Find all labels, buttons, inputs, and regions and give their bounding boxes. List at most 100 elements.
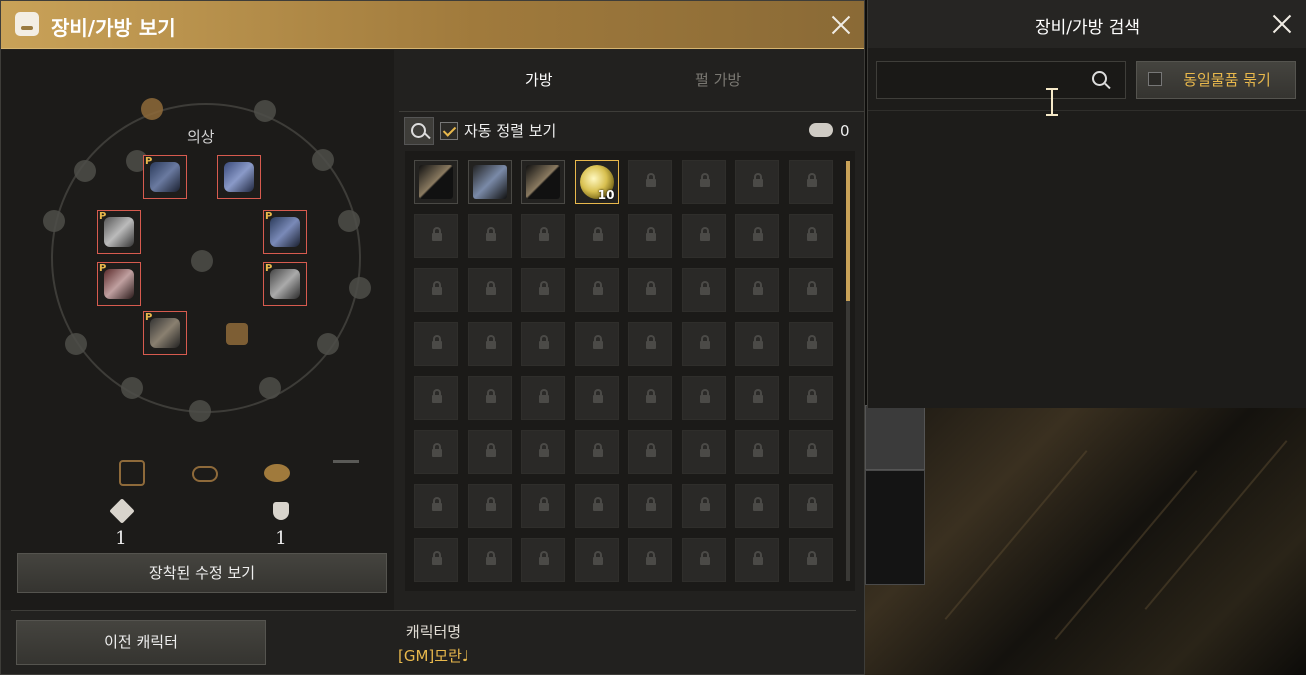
locked-inventory-slot[interactable] bbox=[628, 484, 672, 528]
bag-search-button[interactable] bbox=[404, 117, 434, 145]
locked-inventory-slot[interactable] bbox=[788, 214, 833, 258]
locked-inventory-slot[interactable] bbox=[414, 376, 458, 420]
lock-icon bbox=[699, 227, 710, 241]
locked-inventory-slot[interactable] bbox=[788, 160, 833, 204]
locked-inventory-slot[interactable] bbox=[414, 430, 458, 474]
inventory-slot[interactable] bbox=[521, 160, 565, 204]
locked-inventory-slot[interactable] bbox=[628, 214, 672, 258]
locked-inventory-slot[interactable] bbox=[574, 376, 619, 420]
locked-inventory-slot[interactable] bbox=[735, 430, 779, 474]
search-window-header[interactable]: 장비/가방 검색 bbox=[868, 0, 1306, 48]
equip-slot-armor[interactable] bbox=[217, 155, 261, 199]
character-equipment-panel: 의상 P P P P P P 1 1 장착된 수정 보기 bbox=[1, 50, 394, 610]
locked-inventory-slot[interactable] bbox=[467, 430, 512, 474]
locked-inventory-slot[interactable] bbox=[681, 538, 726, 582]
locked-inventory-slot[interactable] bbox=[681, 160, 726, 204]
earring-icon bbox=[141, 98, 163, 120]
locked-inventory-slot[interactable] bbox=[788, 322, 833, 366]
locked-inventory-slot[interactable] bbox=[788, 484, 833, 528]
locked-inventory-slot[interactable] bbox=[467, 376, 512, 420]
lock-icon bbox=[646, 335, 656, 349]
locked-inventory-slot[interactable] bbox=[414, 538, 458, 582]
locked-inventory-slot[interactable] bbox=[735, 484, 779, 528]
locked-inventory-slot[interactable] bbox=[628, 160, 672, 204]
locked-inventory-slot[interactable] bbox=[788, 430, 833, 474]
lock-icon bbox=[806, 443, 817, 457]
locked-inventory-slot[interactable] bbox=[788, 268, 833, 312]
locked-inventory-slot[interactable] bbox=[735, 268, 779, 312]
locked-inventory-slot[interactable] bbox=[414, 322, 458, 366]
locked-inventory-slot[interactable] bbox=[414, 484, 458, 528]
lock-icon bbox=[699, 335, 710, 349]
lock-icon bbox=[646, 281, 656, 295]
locked-inventory-slot[interactable] bbox=[681, 322, 726, 366]
tab-bag[interactable]: 가방 bbox=[525, 69, 553, 90]
locked-inventory-slot[interactable] bbox=[467, 538, 512, 582]
locked-inventory-slot[interactable] bbox=[521, 214, 565, 258]
locked-inventory-slot[interactable] bbox=[735, 160, 779, 204]
locked-inventory-slot[interactable] bbox=[574, 322, 619, 366]
search-icon[interactable] bbox=[1092, 71, 1112, 91]
locked-inventory-slot[interactable] bbox=[574, 538, 619, 582]
lock-icon bbox=[699, 173, 710, 187]
locked-inventory-slot[interactable] bbox=[521, 268, 565, 312]
lock-icon bbox=[432, 335, 442, 349]
character-name-value: [GM]모란♩ bbox=[398, 647, 469, 665]
locked-inventory-slot[interactable] bbox=[414, 214, 458, 258]
locked-inventory-slot[interactable] bbox=[735, 376, 779, 420]
locked-inventory-slot[interactable] bbox=[467, 214, 512, 258]
locked-inventory-slot[interactable] bbox=[681, 376, 726, 420]
locked-inventory-slot[interactable] bbox=[574, 484, 619, 528]
locked-inventory-slot[interactable] bbox=[521, 538, 565, 582]
group-same-items-checkbox[interactable] bbox=[1148, 72, 1162, 86]
close-icon[interactable] bbox=[830, 14, 852, 36]
inventory-slot[interactable] bbox=[467, 160, 512, 204]
view-equipped-crystals-button[interactable]: 장착된 수정 보기 bbox=[17, 553, 387, 593]
locked-inventory-slot[interactable] bbox=[628, 376, 672, 420]
locked-inventory-slot[interactable] bbox=[521, 484, 565, 528]
item-search-input[interactable] bbox=[876, 61, 1126, 99]
locked-inventory-slot[interactable] bbox=[628, 268, 672, 312]
locked-inventory-slot[interactable] bbox=[521, 376, 565, 420]
locked-inventory-slot[interactable] bbox=[574, 430, 619, 474]
locked-inventory-slot[interactable] bbox=[521, 322, 565, 366]
locked-inventory-slot[interactable] bbox=[467, 268, 512, 312]
locked-inventory-slot[interactable] bbox=[574, 268, 619, 312]
locked-inventory-slot[interactable] bbox=[414, 268, 458, 312]
lock-icon bbox=[432, 551, 442, 565]
equip-slot-boots[interactable]: P bbox=[263, 262, 307, 306]
title-bar[interactable]: 장비/가방 보기 bbox=[1, 1, 864, 49]
locked-inventory-slot[interactable] bbox=[467, 322, 512, 366]
previous-character-button[interactable]: 이전 캐릭터 bbox=[16, 620, 266, 665]
locked-inventory-slot[interactable] bbox=[681, 484, 726, 528]
locked-inventory-slot[interactable] bbox=[467, 484, 512, 528]
locked-inventory-slot[interactable] bbox=[788, 376, 833, 420]
lock-icon bbox=[646, 551, 656, 565]
locked-inventory-slot[interactable] bbox=[574, 214, 619, 258]
locked-inventory-slot[interactable] bbox=[628, 430, 672, 474]
equip-slot-costume[interactable]: P bbox=[97, 210, 141, 254]
locked-inventory-slot[interactable] bbox=[628, 322, 672, 366]
inventory-slot[interactable] bbox=[414, 160, 458, 204]
equip-slot-gloves[interactable]: P bbox=[263, 210, 307, 254]
locked-inventory-slot[interactable] bbox=[735, 538, 779, 582]
tab-pearl-bag[interactable]: 펄 가방 bbox=[695, 69, 741, 90]
locked-inventory-slot[interactable] bbox=[788, 538, 833, 582]
locked-inventory-slot[interactable] bbox=[681, 268, 726, 312]
locked-inventory-slot[interactable] bbox=[681, 430, 726, 474]
inventory-scrollbar-thumb[interactable] bbox=[846, 161, 850, 301]
locked-inventory-slot[interactable] bbox=[681, 214, 726, 258]
inventory-slot[interactable]: 10 bbox=[574, 160, 619, 204]
equip-slot-main-weapon[interactable]: P bbox=[97, 262, 141, 306]
lock-icon bbox=[699, 389, 710, 403]
locked-inventory-slot[interactable] bbox=[628, 538, 672, 582]
locked-inventory-slot[interactable] bbox=[735, 322, 779, 366]
locked-inventory-slot[interactable] bbox=[521, 430, 565, 474]
lock-icon bbox=[592, 227, 603, 241]
auto-sort-checkbox[interactable] bbox=[440, 122, 458, 140]
equip-slot-sub-weapon[interactable]: P bbox=[143, 311, 187, 355]
locked-inventory-slot[interactable] bbox=[735, 214, 779, 258]
equip-slot-helmet[interactable]: P bbox=[143, 155, 187, 199]
close-icon[interactable] bbox=[1271, 13, 1293, 35]
vest-icon bbox=[226, 323, 248, 345]
